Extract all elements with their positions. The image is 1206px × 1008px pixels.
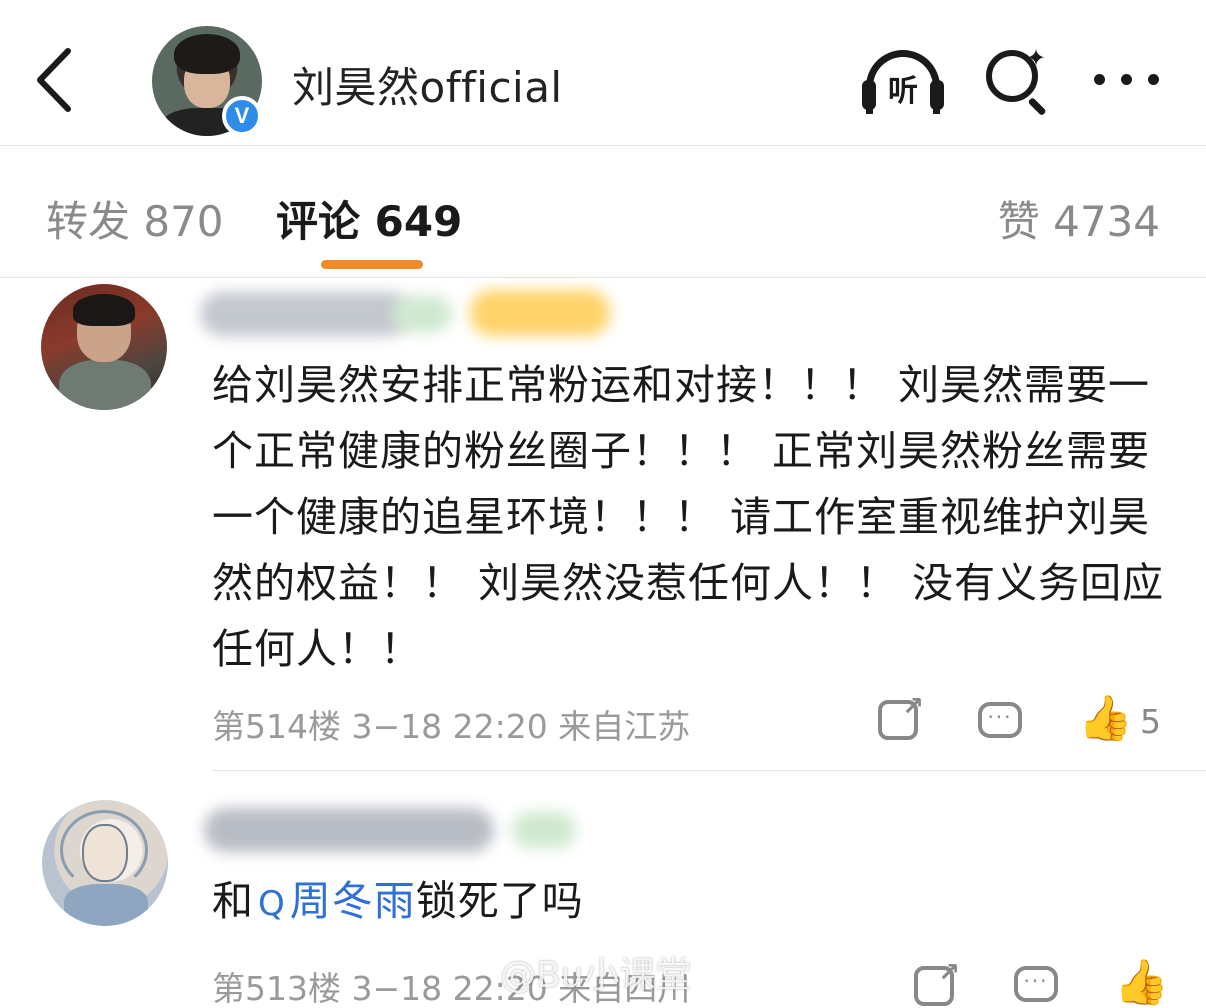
commenter-avatar[interactable] [41, 284, 167, 410]
commenter-name-blurred[interactable] [200, 292, 410, 336]
reply-icon[interactable]: ··· [1014, 966, 1058, 1002]
commenter-badge-blurred [392, 296, 452, 332]
search-mention-icon: Q [258, 884, 286, 924]
like-thumb-icon[interactable]: 👍 [1114, 958, 1170, 1008]
share-icon[interactable]: ↗ [878, 692, 924, 740]
mention-link[interactable]: 周冬雨 [290, 877, 416, 925]
comment-text-prefix: 和 [212, 877, 254, 925]
tab-repost[interactable]: 转发 870 [46, 188, 224, 249]
verified-badge-icon: V [222, 96, 262, 136]
more-dots-icon[interactable] [1094, 62, 1168, 96]
listen-headphones-icon[interactable]: 听 [858, 44, 948, 114]
comment-text: 给刘昊然安排正常粉运和对接！！！ 刘昊然需要一个正常健康的粉丝圈子！！！ 正常刘… [212, 361, 1165, 673]
commenter-badge-blurred [470, 290, 610, 336]
commenter-name-blurred[interactable] [204, 808, 494, 852]
comment-text-suffix: 锁死了吗 [415, 877, 584, 925]
tab-like[interactable]: 赞 4734 [998, 188, 1160, 249]
commenter-badge-blurred [512, 812, 576, 848]
watermark: @Bu小课堂 [500, 955, 692, 996]
share-icon[interactable]: ↗ [914, 958, 960, 1006]
account-name[interactable]: 刘昊然official [292, 54, 563, 115]
comment-text: 和 Q周冬雨锁死了吗 [212, 868, 1172, 937]
tab-bar: 转发 870 评论 649 赞 4734 [0, 146, 1206, 278]
listen-label: 听 [888, 74, 918, 109]
like-count: 5 [1140, 702, 1161, 741]
comment-meta: 第514楼 3−18 22:20 来自江苏 [212, 707, 691, 746]
comment-divider [212, 770, 1206, 771]
search-icon[interactable]: ✦ [982, 44, 1052, 117]
back-arrow-icon[interactable] [30, 45, 80, 115]
reply-icon[interactable]: ··· [978, 702, 1022, 738]
tab-comment[interactable]: 评论 649 [276, 188, 462, 249]
like-thumb-icon[interactable]: 👍 [1078, 694, 1134, 750]
commenter-avatar[interactable] [42, 800, 168, 926]
top-bar: V 刘昊然official 听 ✦ [0, 0, 1206, 146]
active-tab-indicator [321, 260, 423, 269]
